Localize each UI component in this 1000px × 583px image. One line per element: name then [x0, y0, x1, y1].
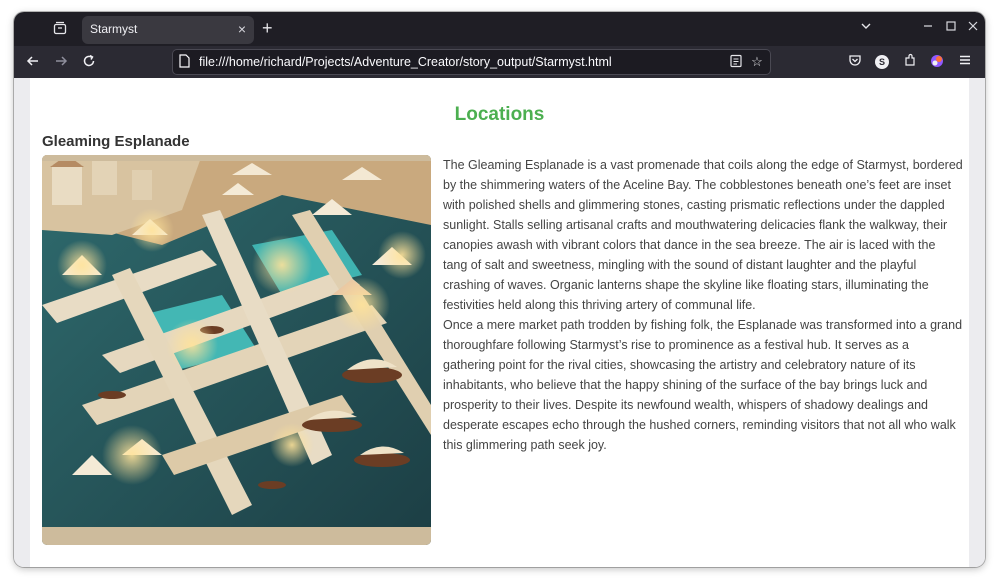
pocket-icon[interactable]	[846, 53, 864, 71]
tab-starmyst[interactable]: Starmyst ×	[82, 16, 254, 44]
description-paragraph: The Gleaming Esplanade is a vast promena…	[443, 158, 963, 312]
location-name: Gleaming Esplanade	[42, 133, 190, 150]
url-text[interactable]: file:///home/richard/Projects/Adventure_…	[199, 55, 612, 69]
extensions-icon[interactable]	[901, 53, 919, 71]
address-bar[interactable]: file:///home/richard/Projects/Adventure_…	[173, 50, 770, 74]
browser-window: Starmyst × + file:///home/richard/Projec…	[14, 12, 985, 567]
minimize-icon[interactable]	[922, 20, 934, 36]
reload-icon[interactable]	[80, 53, 98, 71]
location-illustration	[42, 155, 431, 545]
page-heading: Locations	[454, 104, 545, 125]
back-arrow-icon[interactable]	[24, 53, 42, 71]
location-description: The Gleaming Esplanade is a vast promena…	[443, 155, 963, 455]
page-container: Locations Gleaming Esplanade The Gleamin…	[30, 78, 969, 567]
forward-arrow-icon[interactable]	[52, 53, 70, 71]
close-tab-icon[interactable]: ×	[238, 21, 246, 37]
maximize-icon[interactable]	[945, 20, 957, 36]
tab-bar: Starmyst × +	[14, 12, 985, 46]
description-paragraph: Once a mere market path trodden by fishi…	[443, 318, 963, 452]
reader-view-icon[interactable]	[728, 54, 744, 70]
page-icon	[179, 54, 190, 68]
page-viewport: Locations Gleaming Esplanade The Gleamin…	[14, 78, 985, 567]
navigation-toolbar: file:///home/richard/Projects/Adventure_…	[14, 46, 985, 78]
tab-title: Starmyst	[90, 22, 138, 36]
new-tab-icon[interactable]: +	[262, 19, 273, 37]
extension-colorful-icon[interactable]	[928, 53, 946, 71]
account-avatar[interactable]: S	[875, 55, 889, 69]
hamburger-menu-icon[interactable]	[956, 53, 974, 71]
bookmark-star-icon[interactable]: ☆	[749, 54, 765, 70]
firefox-view-icon[interactable]	[52, 21, 68, 37]
list-all-tabs-icon[interactable]	[860, 20, 872, 36]
close-window-icon[interactable]	[967, 20, 979, 36]
